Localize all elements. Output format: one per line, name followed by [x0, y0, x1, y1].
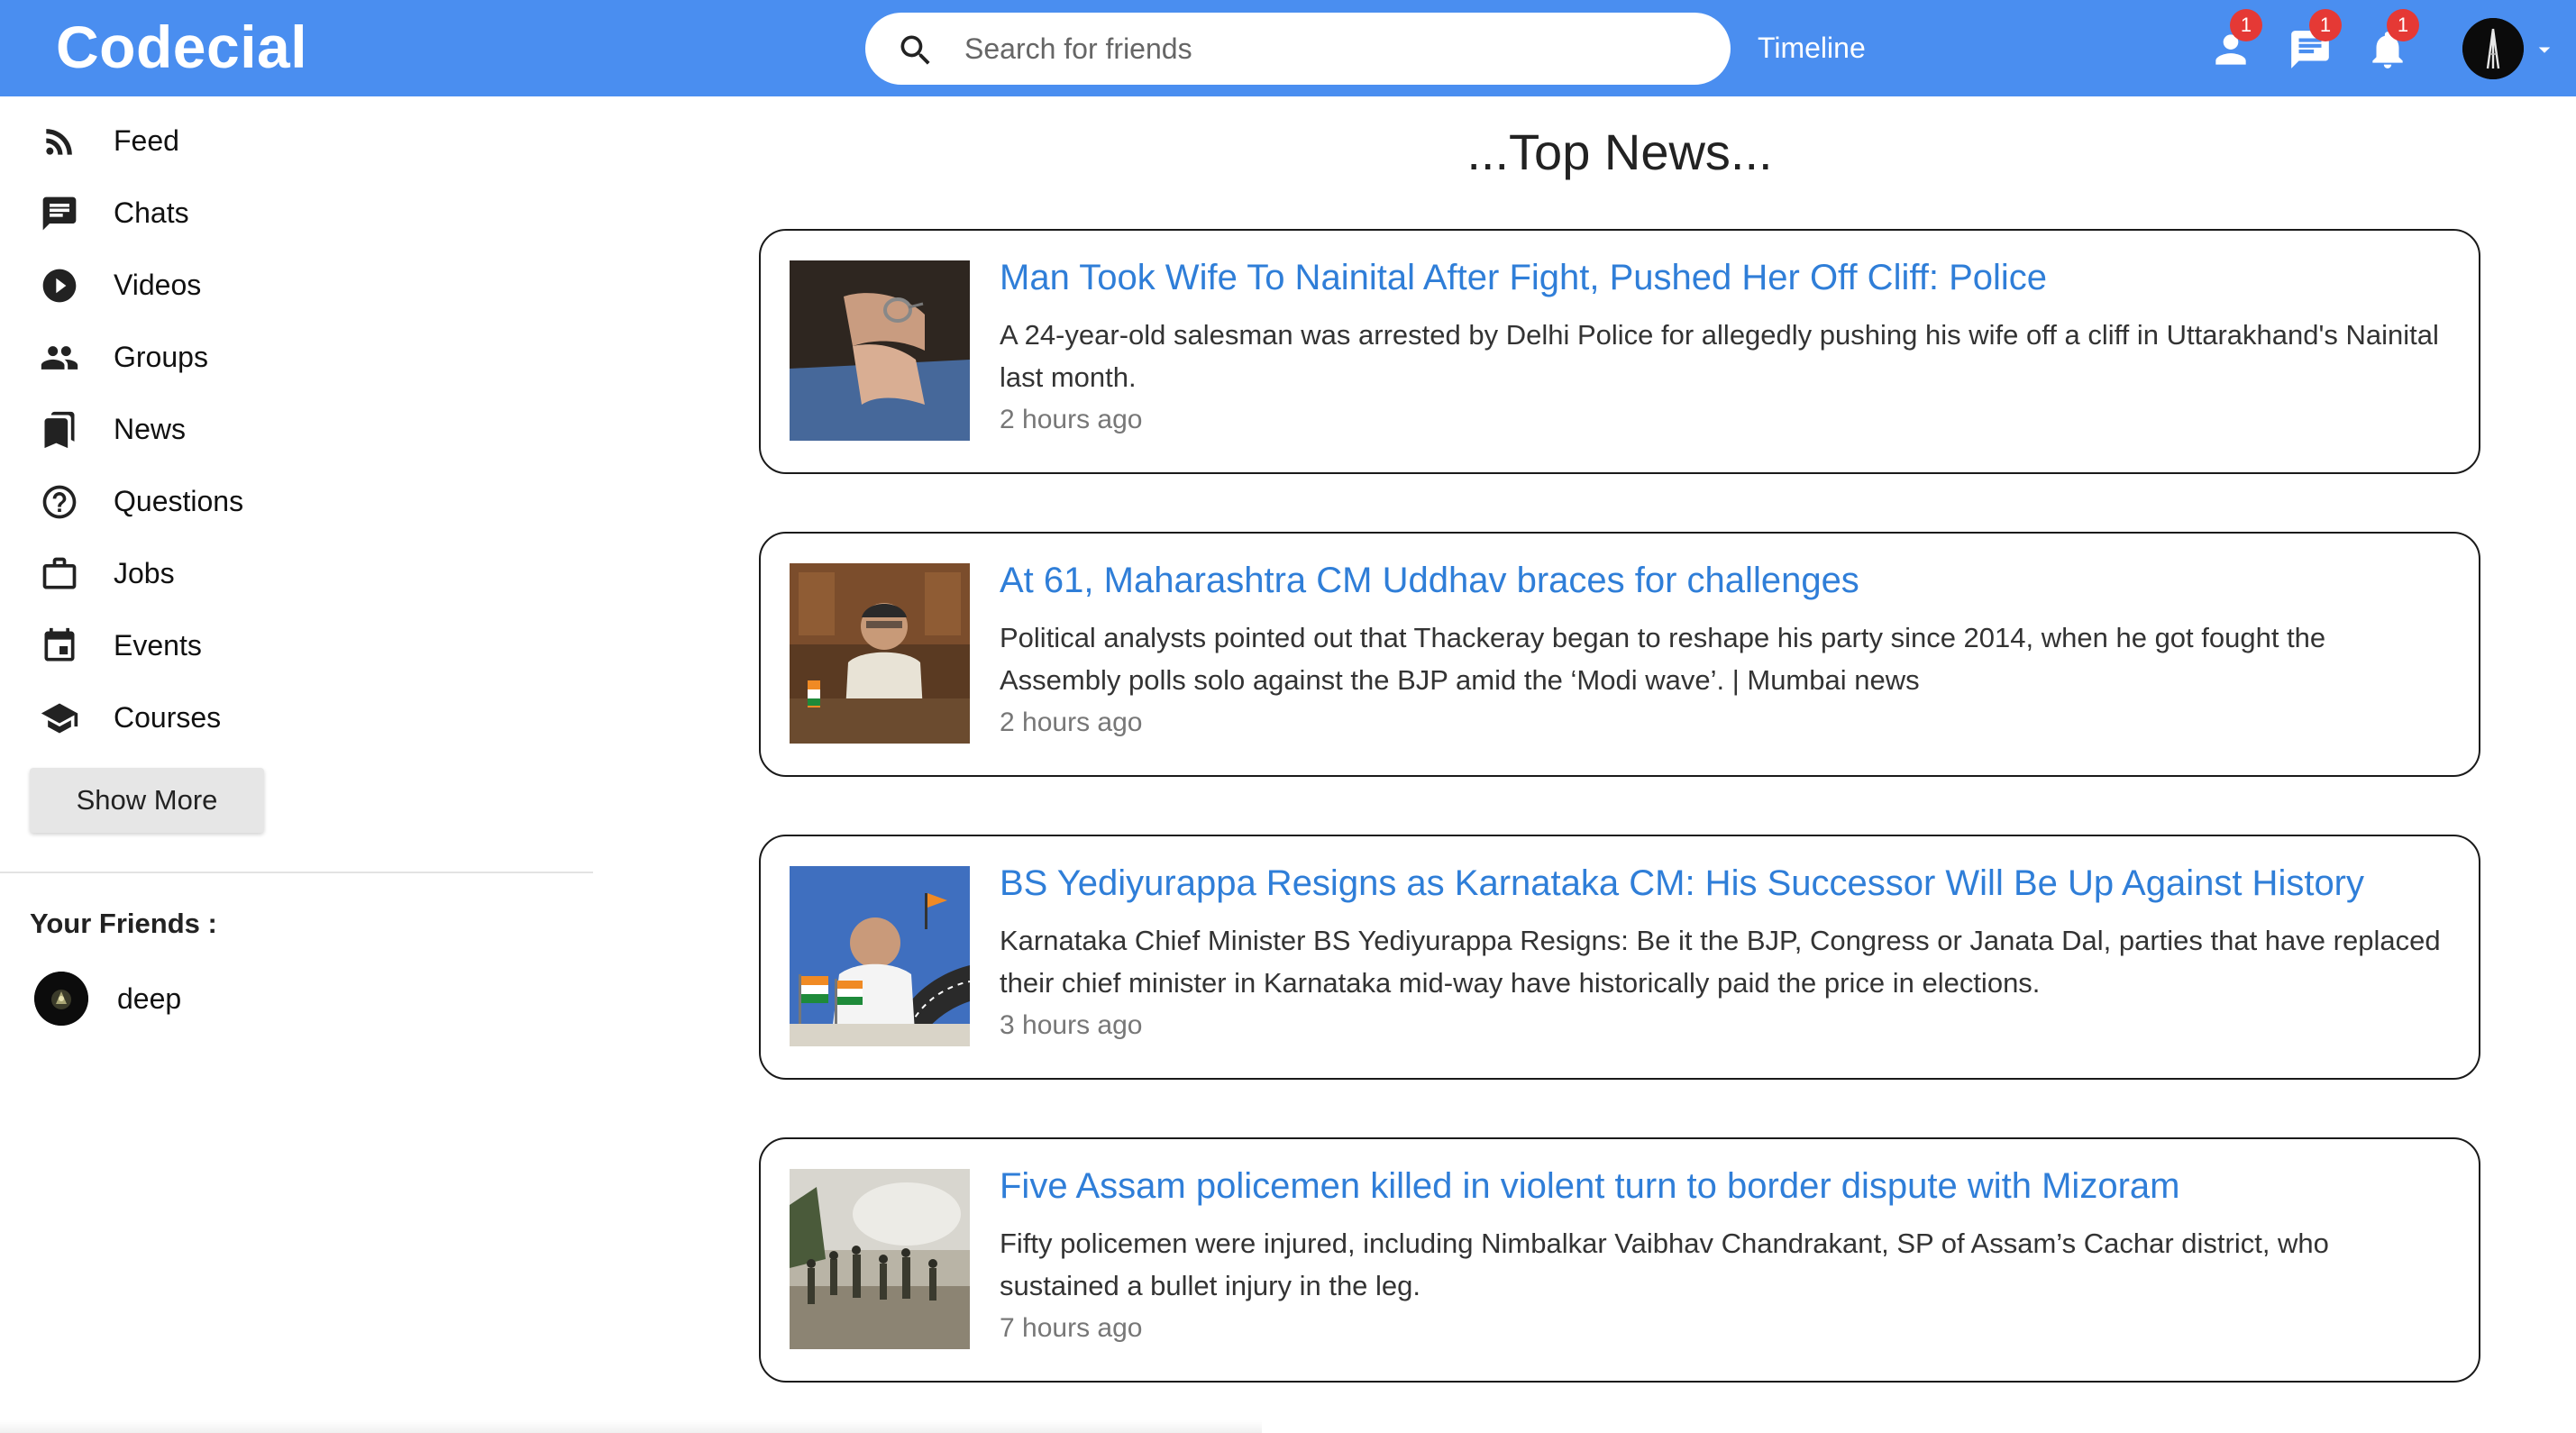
chat-icon — [42, 196, 77, 231]
politician-image — [790, 563, 970, 744]
timeline-link[interactable]: Timeline — [1758, 23, 1866, 72]
search-bar — [865, 13, 1731, 85]
news-card: Five Assam policemen killed in violent t… — [759, 1137, 2480, 1383]
avatar-image — [34, 972, 88, 1026]
sidebar-item-chats[interactable]: Chats — [27, 181, 532, 244]
sidebar-item-feed[interactable]: Feed — [27, 109, 532, 172]
friend-item[interactable]: deep — [34, 969, 395, 1028]
briefcase-icon — [42, 557, 77, 589]
sidebar-item-courses[interactable]: Courses — [27, 686, 532, 749]
news-title-link[interactable]: At 61, Maharashtra CM Uddhav braces for … — [1000, 559, 2442, 602]
sidebar-item-groups[interactable]: Groups — [27, 325, 532, 388]
notifications-button[interactable]: 1 — [2365, 9, 2419, 72]
search-input[interactable] — [964, 22, 1704, 76]
messages-button[interactable]: 1 — [2288, 9, 2342, 72]
news-title-link[interactable]: Man Took Wife To Nainital After Fight, P… — [1000, 256, 2442, 299]
news-title-link[interactable]: BS Yediyurappa Resigns as Karnataka CM: … — [1000, 862, 2442, 905]
news-thumbnail[interactable] — [790, 866, 970, 1046]
help-circle-icon — [42, 485, 77, 519]
friends-heading: Your Friends : — [30, 908, 217, 939]
sidebar-item-label: Courses — [114, 701, 222, 734]
sidebar-item-questions[interactable]: Questions — [27, 470, 532, 533]
news-description: Political analysts pointed out that Thac… — [1000, 622, 2326, 696]
sidebar-item-videos[interactable]: Videos — [27, 253, 532, 316]
sidebar-item-events[interactable]: Events — [27, 614, 532, 677]
sidebar-divider — [0, 872, 593, 873]
search-icon — [900, 35, 930, 65]
page-title: ...Top News... — [1466, 123, 1773, 180]
avatar-image — [2462, 18, 2524, 79]
sidebar-item-news[interactable]: News — [27, 397, 532, 461]
sidebar-item-label: Videos — [114, 269, 202, 301]
news-card: BS Yediyurappa Resigns as Karnataka CM: … — [759, 835, 2480, 1080]
group-icon — [41, 346, 78, 370]
sidebar-item-label: News — [114, 413, 187, 445]
karnataka-cm-image — [790, 866, 970, 1046]
sidebar: Feed Chats Videos Groups News Questions — [0, 96, 595, 1433]
news-title-link[interactable]: Five Assam policemen killed in violent t… — [1000, 1164, 2442, 1208]
bookmarks-icon — [44, 411, 75, 449]
sidebar-item-label: Questions — [114, 485, 244, 517]
news-card: Man Took Wife To Nainital After Fight, P… — [759, 229, 2480, 474]
top-navbar: Codecial Timeline 1 1 1 — [0, 0, 2576, 96]
sidebar-item-label: Chats — [114, 196, 189, 229]
news-thumbnail[interactable] — [790, 1169, 970, 1349]
sidebar-item-label: Feed — [114, 124, 179, 157]
chevron-down-icon[interactable] — [2531, 36, 2558, 63]
friend-requests-button[interactable]: 1 — [2208, 9, 2262, 72]
friend-requests-badge: 1 — [2230, 9, 2262, 41]
handcuffs-image — [790, 260, 970, 441]
school-icon — [41, 703, 78, 734]
news-description: Fifty policemen were injured, including … — [1000, 1228, 2329, 1301]
user-avatar[interactable] — [2462, 18, 2524, 79]
friend-name: deep — [117, 982, 182, 1015]
news-timestamp: 2 hours ago — [1000, 405, 1143, 434]
app-logo[interactable]: Codecial — [56, 11, 307, 83]
news-timestamp: 7 hours ago — [1000, 1313, 1143, 1343]
rss-icon — [46, 129, 72, 155]
bottom-scroll-shadow — [0, 1420, 1262, 1433]
play-circle-icon — [42, 269, 77, 303]
notifications-badge: 1 — [2387, 9, 2419, 41]
friend-avatar — [34, 972, 88, 1026]
sidebar-item-label: Groups — [114, 341, 208, 373]
news-timestamp: 3 hours ago — [1000, 1010, 1143, 1040]
border-clash-image — [790, 1169, 970, 1349]
news-timestamp: 2 hours ago — [1000, 707, 1143, 737]
sidebar-item-label: Jobs — [114, 557, 175, 589]
calendar-icon — [44, 627, 75, 662]
news-description: Karnataka Chief Minister BS Yediyurappa … — [1000, 925, 2441, 999]
messages-badge: 1 — [2309, 9, 2342, 41]
news-thumbnail[interactable] — [790, 260, 970, 441]
news-thumbnail[interactable] — [790, 563, 970, 744]
news-description: A 24-year-old salesman was arrested by D… — [1000, 319, 2439, 393]
sidebar-item-jobs[interactable]: Jobs — [27, 542, 532, 605]
sidebar-item-label: Events — [114, 629, 202, 662]
show-more-button[interactable]: Show More — [30, 768, 264, 833]
news-card: At 61, Maharashtra CM Uddhav braces for … — [759, 532, 2480, 777]
